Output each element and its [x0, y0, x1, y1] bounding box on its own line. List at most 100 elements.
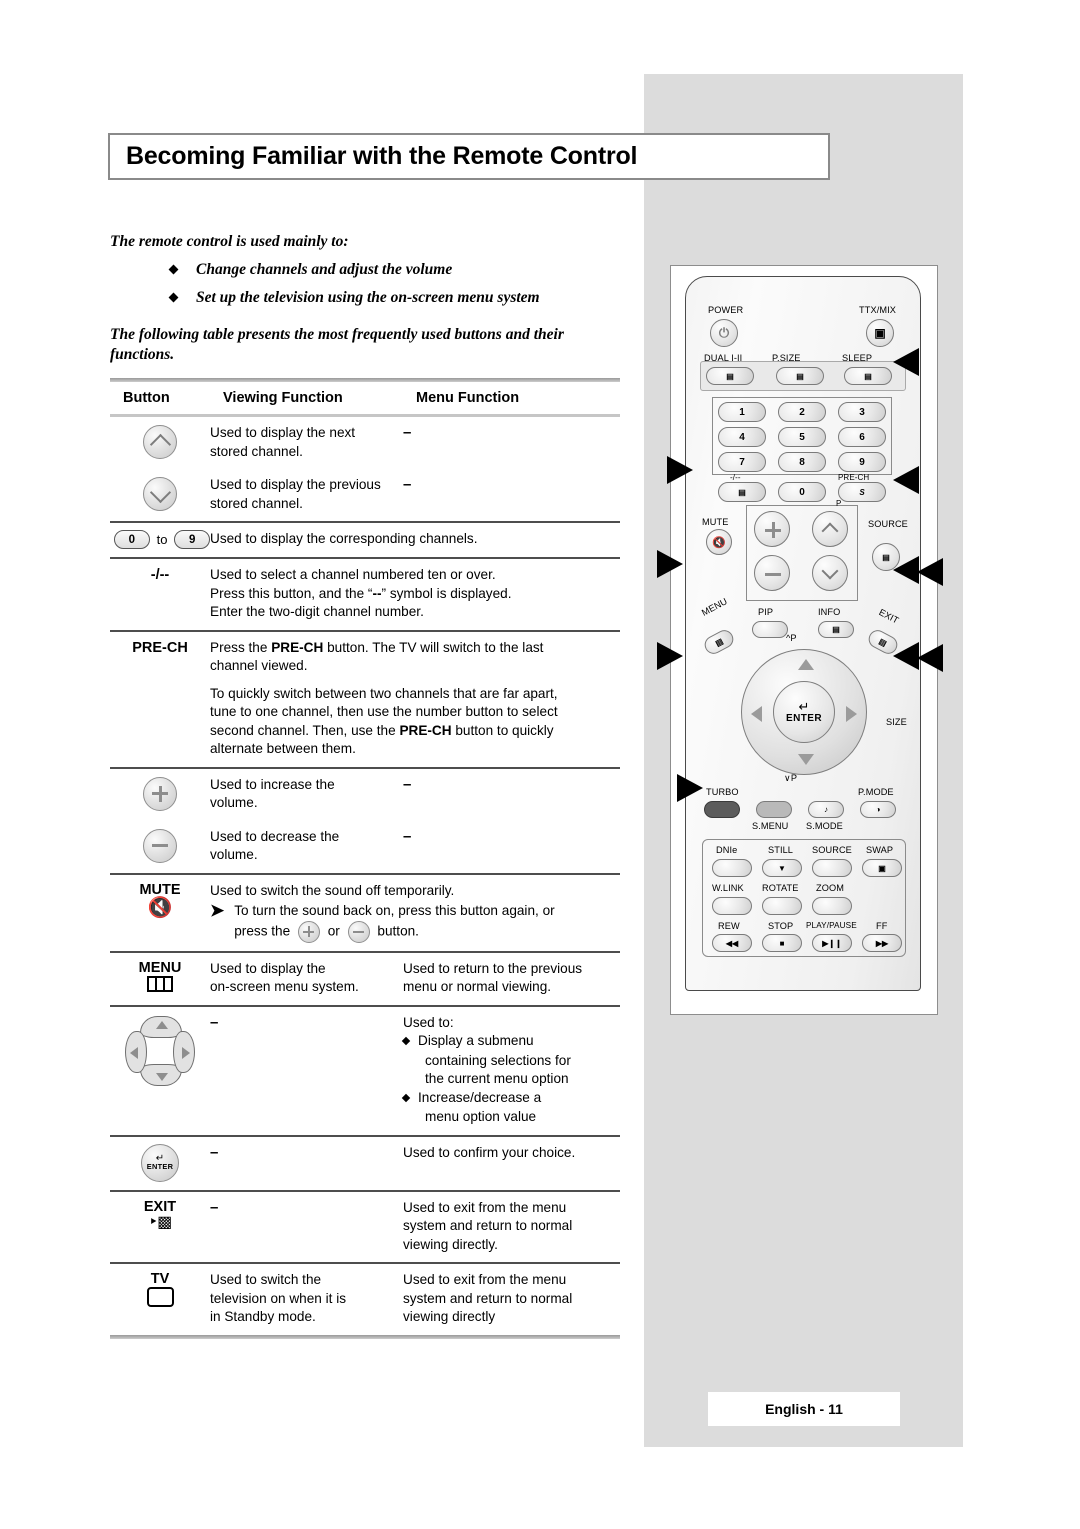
enter-icon-label: ENTER: [146, 1162, 174, 1171]
page-number-label: English - 11: [765, 1401, 843, 1417]
text-line: channel viewed.: [210, 658, 308, 673]
remote-p-label: P: [836, 499, 842, 508]
dash-slash-label: -/--: [150, 567, 170, 583]
intro-bullet-2-text: Set up the television using the on-scree…: [196, 289, 540, 306]
channel-down-button-cell: [110, 476, 210, 511]
remote-key-0[interactable]: 0: [778, 482, 826, 502]
remote-still-label: STILL: [768, 845, 794, 855]
remote-smode-button[interactable]: ♪: [808, 801, 844, 818]
text-line: tune to one channel, then use the number…: [210, 704, 558, 719]
remote-pre-ch-button[interactable]: S: [838, 482, 886, 502]
remote-exit-label: EXIT: [877, 607, 901, 626]
text-line: Used to switch the: [210, 1272, 322, 1287]
remote-stop-button[interactable]: ■: [762, 934, 802, 952]
volume-up-viewing: Used to increase the volume.: [210, 776, 403, 813]
mute-tip: ➤ To turn the sound back on, press this …: [210, 902, 620, 943]
remote-play-pause-button[interactable]: ▶❙❙: [812, 934, 852, 952]
dash-slash-viewing: Used to select a channel numbered ten or…: [210, 566, 620, 622]
remote-swap-button[interactable]: ▣: [862, 859, 902, 877]
menu-button-cell: MENU: [110, 960, 210, 992]
remote-key-4[interactable]: 4: [718, 427, 766, 447]
remote-key-8[interactable]: 8: [778, 452, 826, 472]
remote-ttx-mix-button[interactable]: ▣: [866, 319, 894, 347]
remote-key-7[interactable]: 7: [718, 452, 766, 472]
table-row: Used to display the next stored channel.…: [110, 417, 620, 469]
remote-info-button[interactable]: ▤: [818, 621, 854, 638]
remote-dnie-button[interactable]: [712, 859, 752, 877]
remote-smode-label: S.MODE: [806, 821, 843, 831]
volume-down-icon: [143, 828, 177, 863]
list-item: Display a submenu: [401, 1032, 616, 1052]
enter-button-cell: ↵ ENTER: [110, 1143, 210, 1182]
direction-pad-cell: [110, 1014, 210, 1086]
remote-key-3[interactable]: 3: [838, 402, 886, 422]
remote-key-5[interactable]: 5: [778, 427, 826, 447]
text-line: Used to switch the sound off temporarily…: [210, 882, 455, 898]
channel-up-icon: [143, 425, 177, 459]
tv-menu: Used to exit from the menu system and re…: [403, 1271, 616, 1327]
remote-channel-down-button[interactable]: [812, 555, 848, 591]
callout-arrow-icon: [893, 348, 919, 376]
remote-turbo-button[interactable]: [704, 801, 740, 818]
remote-minus-slash-button[interactable]: ▤: [718, 482, 766, 502]
page-footer: English - 11: [708, 1392, 900, 1426]
text-line: television on when it is: [210, 1290, 347, 1306]
remote-key-1[interactable]: 1: [718, 402, 766, 422]
table-row: – Used to: Display a submenu containing …: [110, 1007, 620, 1135]
menu-sublist: Display a submenu containing selections …: [401, 1032, 616, 1127]
remote-key-2[interactable]: 2: [778, 402, 826, 422]
table-row: PRE-CH Press the PRE-CH button. The TV w…: [110, 632, 620, 767]
remote-volume-down-button[interactable]: [754, 555, 790, 591]
page-title: Becoming Familiar with the Remote Contro…: [108, 133, 830, 180]
menu-label: MENU: [138, 959, 182, 976]
remote-zoom-button[interactable]: [812, 897, 852, 915]
callout-arrow-icon: [917, 644, 943, 672]
direction-pad-menu: Used to: Display a submenu containing se…: [401, 1014, 616, 1127]
remote-power-button[interactable]: ⏻: [710, 319, 738, 347]
remote-pmode-button[interactable]: ◑: [860, 801, 896, 818]
remote-mute-button[interactable]: 🔇: [706, 529, 732, 555]
table-row: 0 to 9 Used to display the corresponding…: [110, 523, 620, 557]
remote-rotate-button[interactable]: [762, 897, 802, 915]
remote-psize-label: P.SIZE: [772, 353, 801, 363]
list-item-label: Display a submenu: [418, 1033, 534, 1048]
text-line: Used to display the previous: [210, 477, 381, 492]
diamond-bullet-icon: [110, 288, 196, 307]
remote-stop-label: STOP: [768, 921, 794, 931]
remote-info-label: INFO: [818, 607, 841, 617]
text-line: Used to display the next: [210, 425, 356, 440]
volume-up-menu: –: [403, 775, 412, 793]
remote-psize-button[interactable]: ▤: [776, 367, 824, 385]
remote-key-6[interactable]: 6: [838, 427, 886, 447]
remote-source2-button[interactable]: [812, 859, 852, 877]
remote-rew-button[interactable]: ◀◀: [712, 934, 752, 952]
text-line: Used to display the: [210, 960, 326, 976]
callout-arrow-icon: [667, 456, 693, 484]
remote-menu-button[interactable]: ▤: [701, 627, 737, 657]
intro-bullet-2: Set up the television using the on-scree…: [110, 288, 630, 307]
remote-body: POWER ⏻ TTX/MIX ▣ DUAL I-II P.SIZE SLEEP…: [685, 276, 921, 991]
text-line: Used to exit from the menu: [403, 1199, 567, 1215]
remote-still-button[interactable]: ▼: [762, 859, 802, 877]
remote-ff-button[interactable]: ▶▶: [862, 934, 902, 952]
remote-wlink-button[interactable]: [712, 897, 752, 915]
remote-minus-slash-label: -/--: [730, 473, 741, 482]
exit-viewing: –: [210, 1198, 219, 1216]
remote-volume-up-button[interactable]: [754, 511, 790, 547]
remote-enter-button[interactable]: ↵ ENTER: [773, 681, 835, 743]
channel-down-viewing: Used to display the previous stored chan…: [210, 476, 403, 513]
remote-sleep-button[interactable]: ▤: [844, 367, 892, 385]
text-line: Used to exit from the menu: [403, 1272, 567, 1287]
remote-sleep-label: SLEEP: [842, 353, 873, 363]
intro-paragraph: The following table presents the most fr…: [110, 326, 564, 363]
mute-tip-text: To turn the sound back on, press this bu…: [234, 902, 555, 943]
mute-label: MUTE: [139, 881, 181, 898]
remote-pip-button[interactable]: [752, 621, 788, 638]
remote-direction-pad[interactable]: ↵ ENTER: [741, 649, 867, 775]
remote-smenu-button[interactable]: [756, 801, 792, 818]
remote-key-9[interactable]: 9: [838, 452, 886, 472]
remote-dual-button[interactable]: ▤: [706, 367, 754, 385]
remote-channel-up-button[interactable]: [812, 511, 848, 547]
text-line: containing selections for: [425, 1052, 571, 1068]
table-row: MUTE 🔇 Used to switch the sound off temp…: [110, 875, 620, 951]
